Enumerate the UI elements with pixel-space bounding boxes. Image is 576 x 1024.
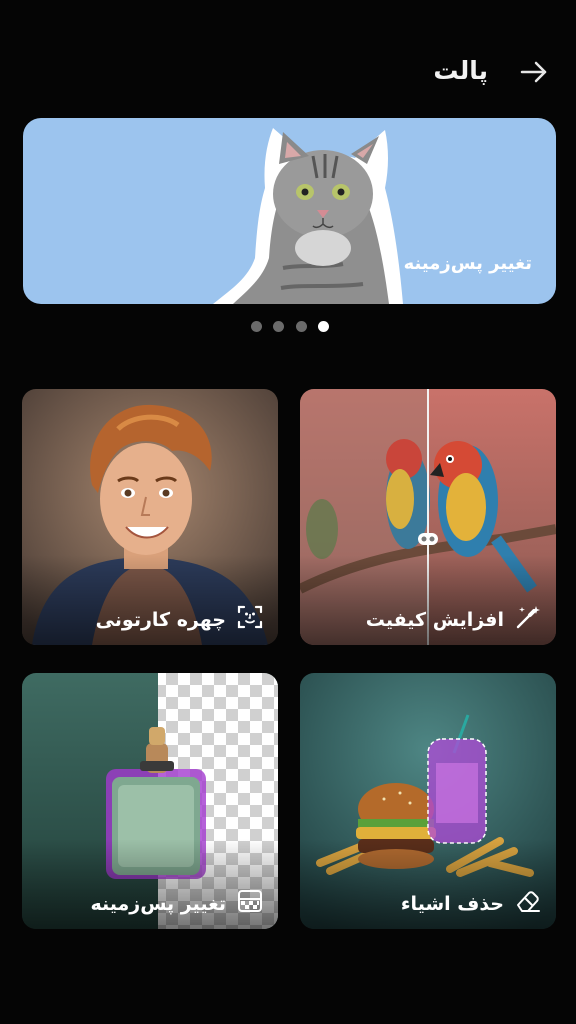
page-title: پالت xyxy=(433,56,488,85)
carousel-dot-active[interactable] xyxy=(318,321,329,332)
banner-change-background[interactable]: تغییر پس‌زمینه xyxy=(23,118,556,304)
eraser-icon xyxy=(517,891,540,912)
back-button[interactable] xyxy=(516,54,552,90)
card-remove-objects[interactable]: حذف اشیاء xyxy=(300,673,556,929)
arrow-right-icon xyxy=(520,61,547,83)
face-scan-icon xyxy=(237,605,263,629)
card-label: تغییر پس‌زمینه xyxy=(90,893,226,915)
card-label: حذف اشیاء xyxy=(400,893,504,915)
carousel-dot[interactable] xyxy=(273,321,284,332)
background-icon xyxy=(238,890,262,912)
card-label: چهره کارتونی xyxy=(95,609,226,631)
carousel-dot[interactable] xyxy=(296,321,307,332)
card-enhance-quality[interactable]: افزایش کیفیت xyxy=(300,389,556,645)
carousel-indicator xyxy=(0,320,576,334)
card-label: افزایش کیفیت xyxy=(365,609,504,631)
banner-label: تغییر پس‌زمینه xyxy=(403,253,532,274)
carousel-dot[interactable] xyxy=(251,321,262,332)
magic-wand-icon xyxy=(516,606,540,629)
header: پالت xyxy=(0,40,576,104)
card-change-background[interactable]: تغییر پس‌زمینه xyxy=(22,673,278,929)
card-cartoon-face[interactable]: چهره کارتونی xyxy=(22,389,278,645)
cat-image xyxy=(213,128,403,304)
